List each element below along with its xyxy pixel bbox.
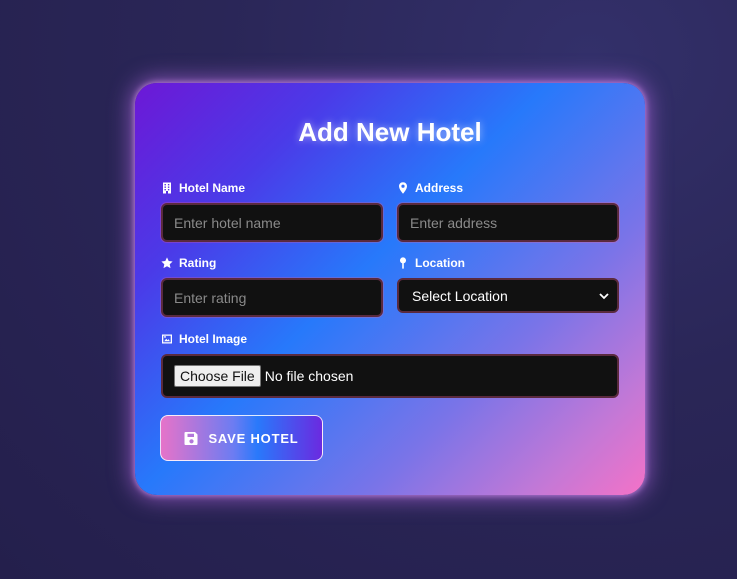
rating-label: Rating xyxy=(179,256,217,270)
hotel-name-placeholder: Enter hotel name xyxy=(174,214,281,231)
rating-field: Rating Enter rating xyxy=(161,256,383,317)
location-pin-icon xyxy=(399,257,407,269)
address-placeholder: Enter address xyxy=(410,214,498,231)
hotel-image-file-input[interactable]: Choose File No file chosen xyxy=(161,354,619,398)
location-field: Location Select Location xyxy=(397,256,619,313)
hotel-image-field: Hotel Image Choose File No file chosen xyxy=(161,332,619,398)
building-icon xyxy=(163,182,171,194)
hotel-name-label-row: Hotel Name xyxy=(161,181,383,195)
save-hotel-button[interactable]: SAVE HOTEL xyxy=(160,415,323,461)
save-hotel-label: SAVE HOTEL xyxy=(208,430,299,446)
star-icon xyxy=(161,257,173,269)
location-label-row: Location xyxy=(397,256,619,270)
rating-input[interactable]: Enter rating xyxy=(161,278,383,317)
location-select[interactable]: Select Location xyxy=(397,278,619,313)
location-selected-value: Select Location xyxy=(412,287,508,304)
form-title: Add New Hotel xyxy=(298,117,482,147)
image-icon xyxy=(162,334,172,344)
hotel-image-label: Hotel Image xyxy=(179,332,248,346)
map-pin-icon xyxy=(399,182,407,194)
rating-label-row: Rating xyxy=(161,256,383,270)
choose-file-button[interactable]: Choose File xyxy=(174,365,261,387)
file-status: No file chosen xyxy=(264,368,354,384)
hotel-name-label: Hotel Name xyxy=(179,181,246,195)
address-label: Address xyxy=(415,181,464,195)
address-field: Address Enter address xyxy=(397,181,619,242)
hotel-name-field: Hotel Name Enter hotel name xyxy=(161,181,383,242)
add-hotel-card: Add New Hotel Hotel Name Enter hotel nam… xyxy=(135,83,645,495)
chevron-down-icon xyxy=(599,292,609,299)
hotel-image-label-row: Hotel Image xyxy=(161,332,619,346)
hotel-name-input[interactable]: Enter hotel name xyxy=(161,203,383,242)
rating-placeholder: Enter rating xyxy=(174,289,247,306)
address-label-row: Address xyxy=(397,181,619,195)
save-icon xyxy=(184,431,198,445)
location-label: Location xyxy=(415,256,465,270)
address-input[interactable]: Enter address xyxy=(397,203,619,242)
